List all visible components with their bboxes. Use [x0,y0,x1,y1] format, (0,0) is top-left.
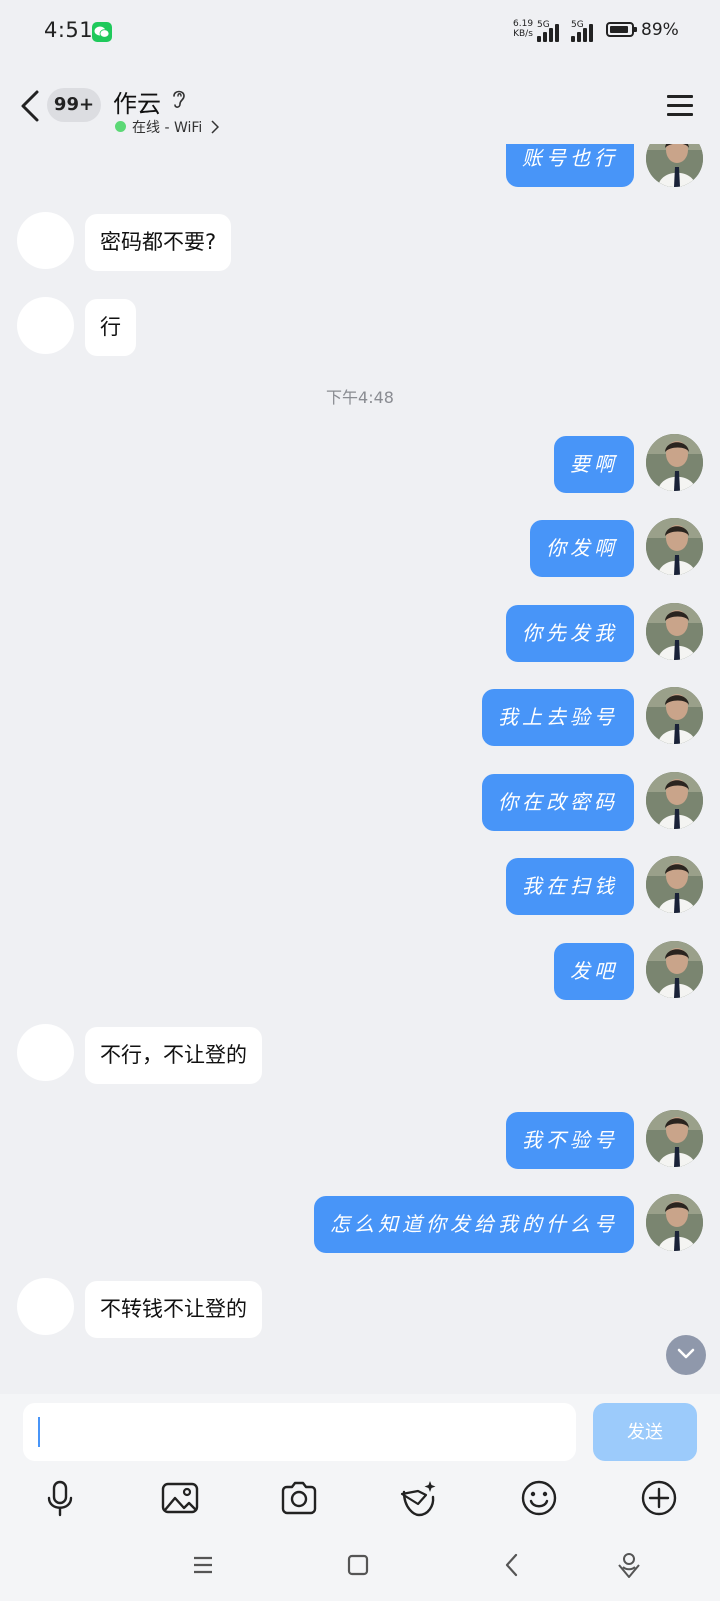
wechat-notification-icon [92,22,112,42]
my-avatar[interactable] [646,1194,703,1251]
contact-avatar[interactable] [17,1024,74,1081]
message-bubble-outgoing[interactable]: 我上去验号 [482,689,634,746]
back-icon[interactable] [18,88,42,124]
menu-icon[interactable] [667,95,693,117]
my-avatar[interactable] [646,434,703,491]
my-avatar[interactable] [646,941,703,998]
chevron-right-icon[interactable] [211,120,219,134]
home-icon[interactable] [343,1550,373,1580]
message-bubble-outgoing[interactable]: 我不验号 [506,1112,634,1169]
unread-count-badge[interactable]: 99+ [47,88,101,122]
network-speed-unit: KB/s [513,29,533,39]
contact-avatar[interactable] [17,297,74,354]
my-avatar[interactable] [646,603,703,660]
message-bubble-outgoing[interactable]: 怎么知道你发给我的什么号 [314,1196,634,1253]
ear-icon[interactable] [170,87,188,111]
battery-percent: 89% [641,20,679,40]
menu-icon[interactable] [188,1550,218,1580]
contact-name[interactable]: 作云 [113,84,161,119]
message-bubble-incoming[interactable]: 不行，不让登的 [85,1027,262,1084]
message-bubble-outgoing[interactable]: 你先发我 [506,605,634,662]
my-avatar[interactable] [646,144,703,187]
message-bubble-outgoing[interactable]: 账号也行 [506,144,634,187]
plus-icon[interactable] [639,1478,679,1518]
face-sticker-icon[interactable] [398,1478,438,1518]
send-button[interactable]: 发送 [593,1403,697,1461]
chat-header [0,64,720,144]
message-bubble-outgoing[interactable]: 我在扫钱 [506,858,634,915]
my-avatar[interactable] [646,1110,703,1167]
my-avatar[interactable] [646,687,703,744]
network-speed: 6.19 KB/s [513,19,533,39]
text-caret [38,1417,40,1447]
message-input[interactable] [23,1403,576,1461]
battery-fill [610,26,628,33]
message-bubble-outgoing[interactable]: 你发啊 [530,520,634,577]
battery-icon [606,22,637,37]
online-status-dot [115,121,126,132]
message-bubble-outgoing[interactable]: 你在改密码 [482,774,634,831]
status-bar: 4:51 6.19 KB/s 5G 5G 89% [0,0,720,64]
microphone-icon[interactable] [40,1478,80,1518]
status-time: 4:51 [44,18,94,42]
message-timestamp: 下午4:48 [326,388,394,407]
my-avatar[interactable] [646,772,703,829]
my-avatar[interactable] [646,518,703,575]
online-status-text[interactable]: 在线 - WiFi [132,117,202,137]
emoji-icon[interactable] [519,1478,559,1518]
message-bubble-incoming[interactable]: 密码都不要? [85,214,232,271]
message-bubble-outgoing[interactable]: 发吧 [554,943,634,1000]
chevron-down-icon [677,1348,695,1359]
camera-icon[interactable] [279,1478,319,1518]
message-bubble-incoming[interactable]: 不转钱不让登的 [85,1281,262,1338]
image-icon[interactable] [160,1478,200,1518]
my-avatar[interactable] [646,856,703,913]
assistant-icon[interactable] [614,1550,644,1580]
contact-avatar[interactable] [17,1278,74,1335]
back-icon[interactable] [497,1550,527,1580]
message-list[interactable]: 账号也行 密码都不要? 行 下午4:48 要啊 你发啊 你先发我 我上去验号 你… [0,144,720,1394]
network-speed-value: 6.19 [513,19,534,29]
scroll-to-bottom-button[interactable] [666,1335,706,1375]
message-bubble-incoming[interactable]: 行 [85,299,136,356]
contact-avatar[interactable] [17,212,74,269]
message-bubble-outgoing[interactable]: 要啊 [554,436,634,493]
